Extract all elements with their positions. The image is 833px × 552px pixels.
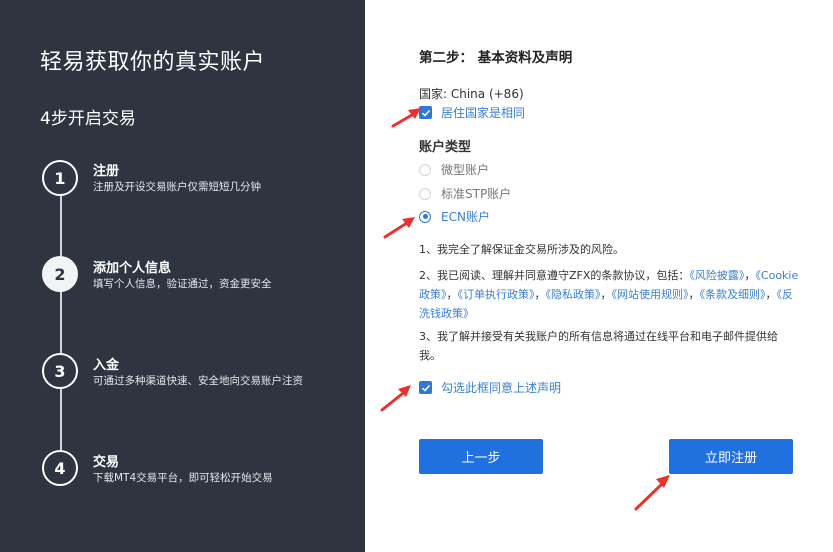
declaration-item-1: 1、我完全了解保证金交易所涉及的风险。 xyxy=(419,243,624,256)
step-2-desc: 填写个人信息，验证通过，资金更安全 xyxy=(93,278,272,290)
link-risk-disclosure[interactable]: 《风险披露》 xyxy=(689,269,744,282)
account-type-label: 账户类型 xyxy=(419,140,472,155)
step-4-circle: 4 xyxy=(42,450,78,486)
form-panel: 第二步： 基本资料及声明 国家: China (+86) 居住国家是相同 账户类… xyxy=(365,0,833,552)
account-type-option-ecn[interactable]: ECN账户 xyxy=(419,208,490,225)
form-heading: 第二步： 基本资料及声明 xyxy=(419,50,573,66)
radio-micro-label: 微型账户 xyxy=(441,163,490,177)
step-2-title: 添加个人信息 xyxy=(93,261,172,276)
annotation-arrow-icon xyxy=(391,108,421,128)
agree-checkbox-row[interactable]: 勾选此框同意上述声明 xyxy=(419,379,561,396)
radio-stp[interactable] xyxy=(419,187,431,200)
declaration-item-2: 2、我已阅读、理解并同意遵守ZFX的条款协议，包括：《风险披露》，《Cookie… xyxy=(419,266,799,323)
step-3-circle: 3 xyxy=(42,353,78,389)
separator: ， xyxy=(534,288,546,301)
link-order-execution-policy[interactable]: 《订单执行政策》 xyxy=(458,288,535,301)
account-type-option-micro[interactable]: 微型账户 xyxy=(419,161,489,178)
separator: ， xyxy=(600,288,612,301)
step-1-desc: 注册及开设交易账户仅需短短几分钟 xyxy=(93,181,261,193)
annotation-arrow-icon xyxy=(383,217,415,239)
link-website-terms[interactable]: 《网站使用规则》 xyxy=(612,288,689,301)
info-panel: 轻易获取你的真实账户 4步开启交易 1 注册 注册及开设交易账户仅需短短几分钟 … xyxy=(0,0,365,552)
link-privacy-policy[interactable]: 《隐私政策》 xyxy=(546,288,601,301)
same-residence-checkbox-row[interactable]: 居住国家是相同 xyxy=(419,104,525,121)
account-type-option-stp[interactable]: 标准STP账户 xyxy=(419,185,511,202)
separator: ， xyxy=(446,288,458,301)
agree-checkbox[interactable] xyxy=(419,381,432,394)
country-text: 国家: China (+86) xyxy=(419,87,524,101)
checkmark-icon xyxy=(421,384,430,392)
step-4-title: 交易 xyxy=(93,455,120,470)
separator: ， xyxy=(688,288,700,301)
same-residence-label: 居住国家是相同 xyxy=(441,106,526,120)
declaration-item-2-text: 2、我已阅读、理解并同意遵守ZFX的条款协议，包括： xyxy=(419,269,690,282)
register-now-button[interactable]: 立即注册 xyxy=(669,439,793,474)
separator: ， xyxy=(765,288,777,301)
panel-title: 轻易获取你的真实账户 xyxy=(40,50,266,75)
step-4-desc: 下载MT4交易平台，即可轻松开始交易 xyxy=(93,472,273,484)
timeline-line xyxy=(60,178,62,468)
declaration-item-3: 3、我了解并接受有关我账户的所有信息将通过在线平台和电子邮件提供给我。 xyxy=(419,330,778,362)
step-2-circle: 2 xyxy=(42,256,78,292)
step-1-circle: 1 xyxy=(42,160,78,196)
agree-label: 勾选此框同意上述声明 xyxy=(441,381,562,395)
annotation-arrow-icon xyxy=(634,475,670,511)
prev-step-button[interactable]: 上一步 xyxy=(419,439,543,474)
panel-subtitle: 4步开启交易 xyxy=(40,109,136,129)
annotation-arrow-icon xyxy=(380,385,411,412)
step-1-title: 注册 xyxy=(93,164,120,179)
link-terms-conditions[interactable]: 《条款及细则》 xyxy=(700,288,766,301)
separator: ， xyxy=(744,269,756,282)
radio-stp-label: 标准STP账户 xyxy=(441,187,512,201)
step-3-desc: 可通过多种渠道快速、安全地向交易账户注资 xyxy=(93,375,303,387)
step-3-title: 入金 xyxy=(93,358,120,373)
radio-ecn-label: ECN账户 xyxy=(441,210,490,224)
radio-micro[interactable] xyxy=(419,163,431,176)
